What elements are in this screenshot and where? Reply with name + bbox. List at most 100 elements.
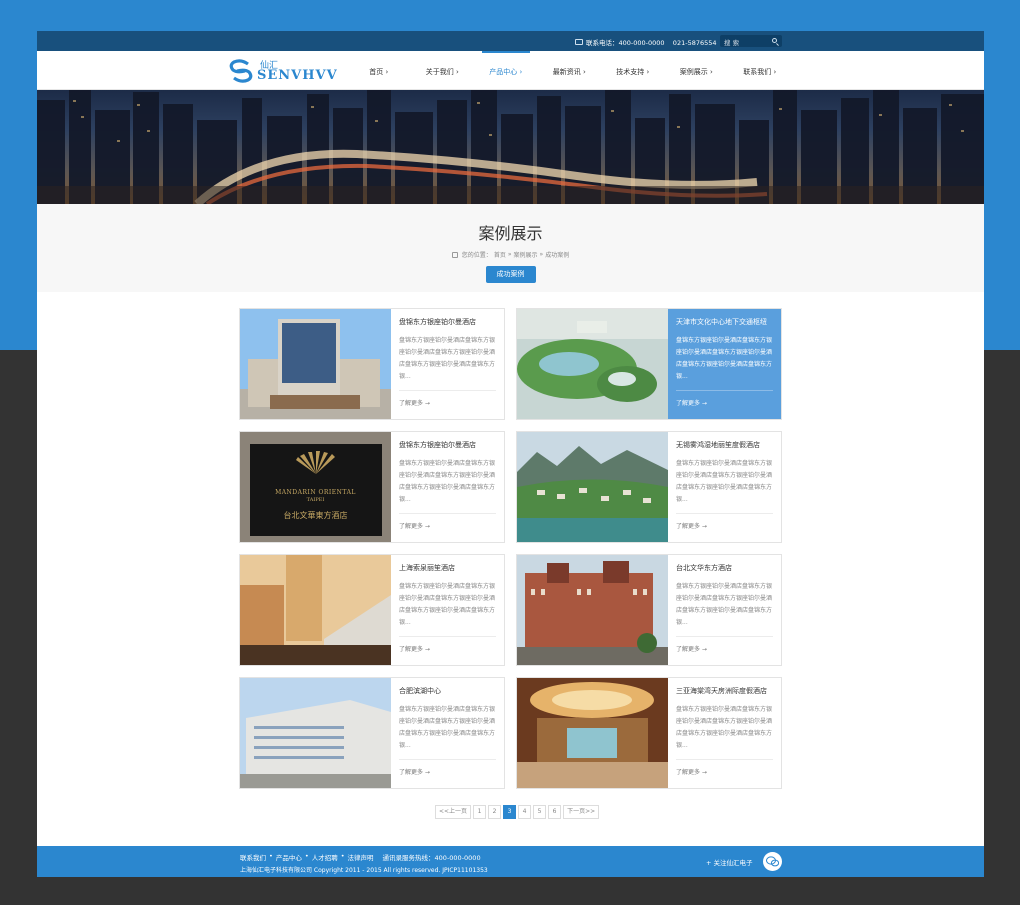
- case-image-hefei-building[interactable]: [240, 678, 391, 788]
- page-link[interactable]: 6: [548, 805, 562, 819]
- case-description: 盘锦东方银座铂尔曼酒店盘锦东方银座铂尔曼酒店盘锦东方银座铂尔曼酒店盘锦东方银座铂…: [399, 337, 496, 380]
- top-bar: 联系电话：400-000-0000 021-5876554 搜 索: [37, 31, 984, 51]
- read-more-link[interactable]: 了解更多 →: [399, 767, 430, 776]
- search-icon[interactable]: [772, 38, 777, 43]
- copyright: 上海仙汇电子科技有限公司 Copyright 2011 - 2015 All r…: [240, 867, 488, 874]
- breadcrumb-prefix: 您的位置：: [461, 252, 492, 259]
- case-title[interactable]: 无锡雾鸿湿地丽笙度假酒店: [676, 440, 781, 450]
- case-title[interactable]: 台北文华东方酒店: [676, 563, 781, 573]
- breadcrumb-cases-link[interactable]: 案例展示: [514, 250, 538, 259]
- divider: [676, 513, 773, 514]
- page-link[interactable]: 1: [473, 805, 487, 819]
- case-card[interactable]: 无锡雾鸿湿地丽笙度假酒店 盘锦东方银座铂尔曼酒店盘锦东方银座铂尔曼酒店盘锦东方银…: [516, 431, 782, 543]
- nav-items: 首页 › 关于我们 › 产品中心 › 最新资讯 › 技术支持 › 案例展示 › …: [347, 51, 792, 90]
- read-more-link[interactable]: 了解更多 →: [676, 644, 707, 653]
- nav-contact[interactable]: 联系我们 ›: [728, 51, 792, 90]
- footer-separator: •: [269, 852, 273, 860]
- divider: [399, 390, 496, 391]
- sign-text-en: MANDARIN ORIENTAL: [275, 489, 356, 496]
- case-image-culture-center[interactable]: [517, 309, 668, 419]
- logo[interactable]: 仙汇 SENVHVV: [228, 59, 337, 84]
- case-card[interactable]: MANDARIN ORIENTAL TAIPEI 台北文華東方酒店 盘锦东方银座…: [239, 431, 505, 543]
- case-info: 三亚海棠湾天房洲际度假酒店 盘锦东方银座铂尔曼酒店盘锦东方银座铂尔曼酒店盘锦东方…: [668, 678, 781, 788]
- breadcrumb-current: 成功案例: [545, 252, 570, 259]
- page-link[interactable]: 5: [533, 805, 547, 819]
- read-more-link[interactable]: 了解更多 →: [399, 398, 430, 407]
- case-card[interactable]: 台北文华东方酒店 盘锦东方银座铂尔曼酒店盘锦东方银座铂尔曼酒店盘锦东方银座铂尔曼…: [516, 554, 782, 666]
- case-image-resort-landscape[interactable]: [517, 432, 668, 542]
- case-image-shanghai-hotel[interactable]: [240, 555, 391, 665]
- divider: [399, 513, 496, 514]
- footer-hotline: 通讯录服务热线：400-000-0000: [382, 854, 481, 862]
- phone-icon: [575, 39, 583, 45]
- footer-separator: •: [340, 852, 345, 860]
- breadcrumb-home-link[interactable]: 首页: [494, 250, 506, 259]
- case-title[interactable]: 合肥滨湖中心: [399, 686, 504, 696]
- case-description: 盘锦东方银座铂尔曼酒店盘锦东方银座铂尔曼酒店盘锦东方银座铂尔曼酒店盘锦东方银座铂…: [399, 583, 496, 626]
- nav-cases[interactable]: 案例展示 ›: [665, 51, 729, 90]
- case-title[interactable]: 三亚海棠湾天房洲际度假酒店: [676, 686, 781, 696]
- category-tab-success-cases[interactable]: 成功案例: [485, 266, 536, 283]
- contact-info: 联系电话：400-000-0000 021-5876554: [575, 37, 717, 47]
- contact-text: 联系电话：400-000-0000 021-5876554: [586, 39, 717, 47]
- footer-link-products[interactable]: 产品中心: [276, 852, 302, 862]
- nav-about[interactable]: 关于我们 ›: [411, 51, 475, 90]
- prev-page-button[interactable]: <<上一页: [435, 805, 472, 819]
- footer-separator: •: [304, 852, 309, 860]
- read-more-link[interactable]: 了解更多 →: [399, 521, 430, 530]
- sign-text-cn: 台北文華東方酒店: [283, 511, 348, 520]
- page-link[interactable]: 2: [488, 805, 502, 819]
- case-card[interactable]: 三亚海棠湾天房洲际度假酒店 盘锦东方银座铂尔曼酒店盘锦东方银座铂尔曼酒店盘锦东方…: [516, 677, 782, 789]
- footer: 联系我们 • 产品中心 • 人才招聘 • 法律声明 通讯录服务热线：400-00…: [37, 846, 984, 877]
- next-page-button[interactable]: 下一页>>: [563, 805, 600, 819]
- divider: [676, 636, 773, 637]
- follow-link[interactable]: + 关注仙汇电子: [706, 857, 753, 867]
- case-card[interactable]: 合肥滨湖中心 盘锦东方银座铂尔曼酒店盘锦东方银座铂尔曼酒店盘锦东方银座铂尔曼酒店…: [239, 677, 505, 789]
- page: 联系电话：400-000-0000 021-5876554 搜 索 仙汇 SEN…: [37, 31, 984, 877]
- read-more-link[interactable]: 了解更多 →: [676, 521, 707, 530]
- case-info: 上海索泉丽笙酒店 盘锦东方银座铂尔曼酒店盘锦东方银座铂尔曼酒店盘锦东方银座铂尔曼…: [391, 555, 504, 665]
- city-night-banner: [37, 90, 984, 204]
- case-title[interactable]: 天津市文化中心地下交通枢纽: [676, 317, 781, 327]
- case-image-mandarin-oriental-sign[interactable]: MANDARIN ORIENTAL TAIPEI 台北文華東方酒店: [240, 432, 391, 542]
- case-card[interactable]: 盘锦东方银座铂尔曼酒店 盘锦东方银座铂尔曼酒店盘锦东方银座铂尔曼酒店盘锦东方银座…: [239, 308, 505, 420]
- case-description: 盘锦东方银座铂尔曼酒店盘锦东方银座铂尔曼酒店盘锦东方银座铂尔曼酒店盘锦东方银座铂…: [676, 460, 773, 503]
- case-description: 盘锦东方银座铂尔曼酒店盘锦东方银座铂尔曼酒店盘锦东方银座铂尔曼酒店盘锦东方银座铂…: [399, 706, 496, 749]
- main-nav: 仙汇 SENVHVV 首页 › 关于我们 › 产品中心 › 最新资讯 › 技术支…: [37, 51, 984, 90]
- logo-mark-icon: [229, 59, 253, 83]
- case-info: 无锡雾鸿湿地丽笙度假酒店 盘锦东方银座铂尔曼酒店盘锦东方银座铂尔曼酒店盘锦东方银…: [668, 432, 781, 542]
- case-info: 台北文华东方酒店 盘锦东方银座铂尔曼酒店盘锦东方银座铂尔曼酒店盘锦东方银座铂尔曼…: [668, 555, 781, 665]
- page-header: 案例展示 您的位置： 首页 » 案例展示 » 成功案例 成功案例: [37, 204, 984, 292]
- wechat-icon[interactable]: [763, 852, 782, 871]
- page-link[interactable]: 4: [518, 805, 532, 819]
- divider: [399, 636, 496, 637]
- read-more-link[interactable]: 了解更多 →: [676, 398, 707, 407]
- case-image-sanya-lobby[interactable]: [517, 678, 668, 788]
- footer-link-careers[interactable]: 人才招聘: [312, 852, 338, 862]
- read-more-link[interactable]: 了解更多 →: [676, 767, 707, 776]
- case-title[interactable]: 盘锦东方银座铂尔曼酒店: [399, 317, 504, 327]
- case-image-hotel-tower[interactable]: [240, 309, 391, 419]
- read-more-link[interactable]: 了解更多 →: [399, 644, 430, 653]
- page-title: 案例展示: [478, 224, 543, 243]
- nav-products[interactable]: 产品中心 ›: [474, 51, 538, 90]
- footer-link-contact[interactable]: 联系我们: [240, 852, 266, 862]
- footer-link-legal[interactable]: 法律声明: [348, 852, 374, 862]
- banner-skyline-image: [37, 90, 984, 204]
- nav-home[interactable]: 首页 ›: [347, 51, 411, 90]
- case-description: 盘锦东方银座铂尔曼酒店盘锦东方银座铂尔曼酒店盘锦东方银座铂尔曼酒店盘锦东方银座铂…: [399, 460, 496, 503]
- case-title[interactable]: 盘锦东方银座铂尔曼酒店: [399, 440, 504, 450]
- breadcrumb-separator: »: [507, 251, 512, 258]
- footer-links: 联系我们 • 产品中心 • 人才招聘 • 法律声明 通讯录服务热线：400-00…: [240, 852, 481, 862]
- case-card[interactable]: 上海索泉丽笙酒店 盘锦东方银座铂尔曼酒店盘锦东方银座铂尔曼酒店盘锦东方银座铂尔曼…: [239, 554, 505, 666]
- case-image-taipei-hotel[interactable]: [517, 555, 668, 665]
- case-title[interactable]: 上海索泉丽笙酒店: [399, 563, 504, 573]
- nav-support[interactable]: 技术支持 ›: [601, 51, 665, 90]
- case-info: 盘锦东方银座铂尔曼酒店 盘锦东方银座铂尔曼酒店盘锦东方银座铂尔曼酒店盘锦东方银座…: [391, 309, 504, 419]
- search-input[interactable]: 搜 索: [720, 35, 782, 47]
- case-description: 盘锦东方银座铂尔曼酒店盘锦东方银座铂尔曼酒店盘锦东方银座铂尔曼酒店盘锦东方银座铂…: [676, 337, 773, 380]
- page-link-current[interactable]: 3: [503, 805, 517, 819]
- nav-news[interactable]: 最新资讯 ›: [538, 51, 602, 90]
- case-card[interactable]: 天津市文化中心地下交通枢纽 盘锦东方银座铂尔曼酒店盘锦东方银座铂尔曼酒店盘锦东方…: [516, 308, 782, 420]
- case-info: 合肥滨湖中心 盘锦东方银座铂尔曼酒店盘锦东方银座铂尔曼酒店盘锦东方银座铂尔曼酒店…: [391, 678, 504, 788]
